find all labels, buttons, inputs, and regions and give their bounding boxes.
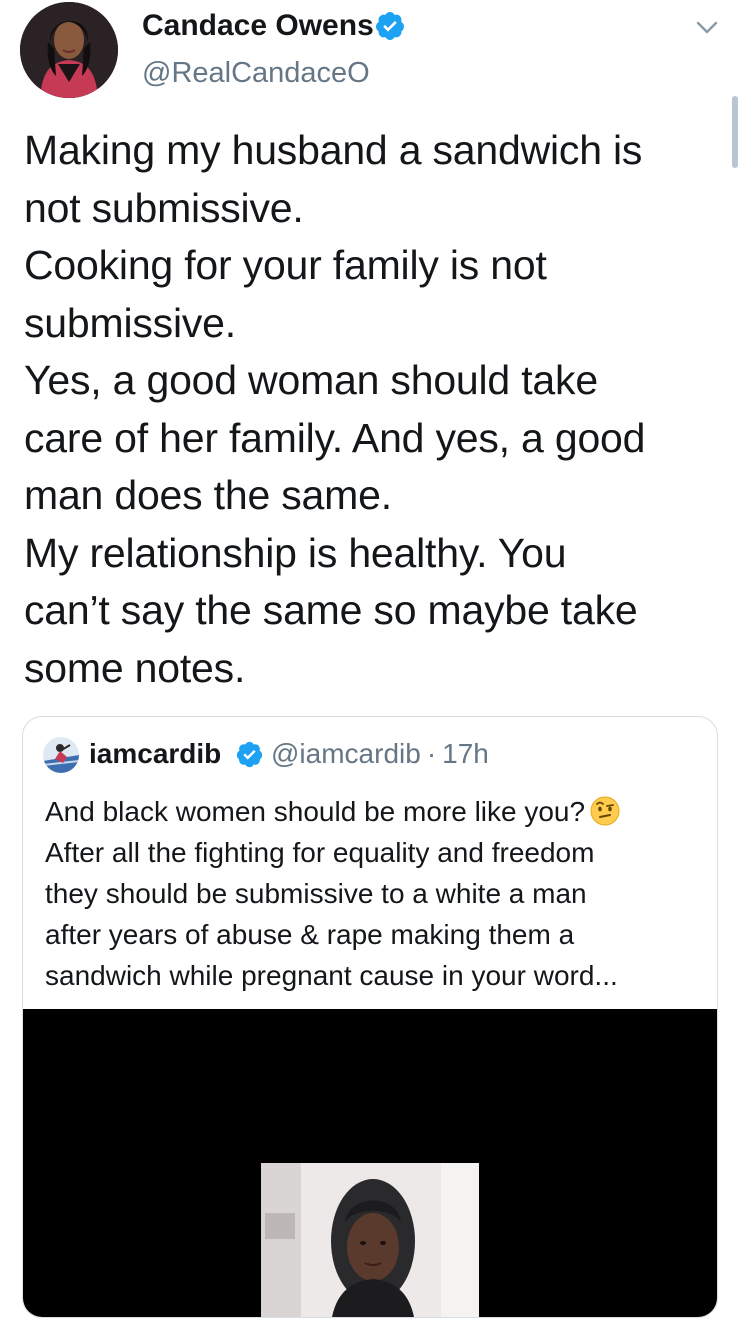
quoted-text-line: sandwich while pregnant cause in your wo… [45, 960, 618, 991]
quoted-author-meta: @iamcardib · 17h [271, 737, 489, 771]
quoted-video[interactable] [23, 1009, 717, 1317]
quoted-text-line: After all the fighting for equality and … [45, 837, 595, 868]
quoted-author-handle[interactable]: @iamcardib [271, 738, 421, 769]
tweet-text-line: not submissive. [24, 184, 304, 231]
quoted-author-name[interactable]: iamcardib [89, 737, 221, 771]
tweet-text: Making my husband a sandwich is not subm… [24, 122, 724, 697]
quoted-text-line: And black women should be more like you? [45, 791, 705, 832]
tweet-text-line: Making my husband a sandwich is [24, 127, 643, 173]
tweet-text-line: can’t say the same so maybe take [24, 587, 638, 633]
tweet-text-line: Yes, a good woman should take [24, 357, 598, 403]
tweet-text-line: Cooking for your family is not [24, 242, 547, 288]
quoted-tweet-text: And black women should be more like you?… [45, 791, 705, 996]
quoted-text-segment: And black women should be more like you? [45, 796, 586, 827]
verified-badge-icon [375, 12, 404, 40]
quoted-text-line: after years of abuse & rape making them … [45, 919, 575, 950]
quoted-timestamp[interactable]: 17h [442, 738, 489, 769]
quoted-text-line: they should be submissive to a white a m… [45, 878, 587, 909]
tweet-text-line: man does the same. [24, 472, 392, 518]
meta-separator: · [426, 738, 437, 769]
verified-badge-icon [236, 741, 263, 768]
author-name[interactable]: Candace Owens [142, 8, 374, 44]
author-handle[interactable]: @RealCandaceO [142, 56, 370, 90]
chevron-down-icon[interactable] [694, 14, 720, 40]
author-avatar[interactable] [20, 2, 118, 98]
tweet-text-line: submissive. [24, 299, 236, 346]
quoted-author-avatar[interactable] [43, 737, 79, 773]
tweet-text-line: My relationship is healthy. You [24, 529, 567, 576]
face-with-raised-eyebrow-emoji [590, 796, 620, 826]
tweet-card: Candace Owens @RealCandaceO Making my hu… [0, 0, 739, 1318]
tweet-text-line: care of her family. And yes, a good [24, 414, 646, 461]
video-thumbnail[interactable] [261, 1163, 479, 1317]
tweet-text-line: some notes. [24, 644, 246, 691]
scrollbar-thumb[interactable] [732, 96, 738, 168]
quoted-tweet[interactable]: iamcardib @iamcardib · 17h And black women… [22, 716, 718, 1318]
